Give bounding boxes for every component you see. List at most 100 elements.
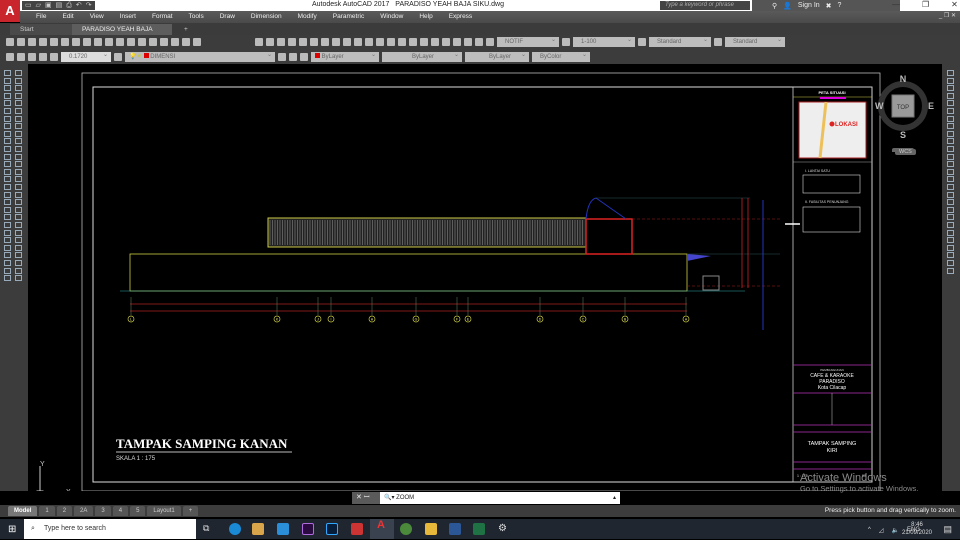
menu-insert[interactable]: Insert [112,11,144,23]
draw-tool-icon[interactable] [4,123,11,130]
draw-tool-icon[interactable] [4,222,11,228]
save-icon[interactable]: ▣ [45,1,52,10]
draw-tool-icon[interactable] [15,92,22,99]
modify-tool-icon[interactable] [947,191,954,198]
properties-icon[interactable] [431,38,439,46]
draw-tool-icon[interactable] [4,184,11,190]
draw-tool-icon[interactable] [15,206,22,213]
modify-tool-icon[interactable] [947,199,954,206]
modify-tool-icon[interactable] [947,267,954,274]
menu-dimension[interactable]: Dimension [243,11,290,23]
draw-tool-icon[interactable] [15,267,22,274]
menu-file[interactable]: File [28,11,54,23]
command-history-button[interactable]: ▴ [613,492,616,504]
save-icon[interactable] [28,38,36,46]
zoom-previous-icon[interactable] [420,38,428,46]
layer-state-icon[interactable] [17,52,25,61]
plotstyle-select[interactable]: ByColor [532,50,590,62]
open-icon[interactable]: ▱ [36,1,41,10]
draw-tool-icon[interactable] [4,244,11,251]
tool-palette-icon[interactable] [453,38,461,46]
tab-model[interactable]: Model [8,506,38,516]
draw-tool-icon[interactable] [15,146,22,152]
autocad-taskbar-button[interactable]: A [370,519,394,539]
sketchup-icon[interactable] [351,523,363,535]
plot-preview-icon[interactable] [50,38,58,46]
settings-icon[interactable]: ⚙ [498,523,510,535]
draw-tool-icon[interactable] [4,108,11,114]
help-icon[interactable]: ? [838,2,842,9]
draw-tool-icon[interactable] [15,191,22,198]
exchange-icon[interactable]: ✖ [826,2,832,10]
minimize-button[interactable]: — [892,0,900,9]
draw-tool-icon[interactable] [15,130,22,137]
draw-tool-icon[interactable] [4,168,11,175]
draw-tool-icon[interactable] [15,85,22,92]
drawing-canvas[interactable]: L K J I H G F E D C B A TAMPAK SAMPING KANAN SKALA … [28,64,942,498]
compass-east[interactable]: E [928,101,934,111]
modify-tool-icon[interactable] [947,77,954,84]
mleader-style-select[interactable]: Standard [725,35,785,47]
restore-button[interactable]: ❐ [922,0,929,9]
modify-tool-icon[interactable] [947,100,954,107]
open-icon[interactable] [17,38,25,46]
draw-tool-icon[interactable] [15,138,22,145]
layer-state-icon[interactable] [300,52,308,61]
tab-layout-2[interactable]: 2 [56,506,73,516]
paste-icon[interactable] [343,38,351,46]
draw-tool-icon[interactable] [4,199,11,206]
file-explorer-icon[interactable] [425,523,437,535]
draw-tool-icon[interactable] [15,214,22,221]
redo-icon[interactable] [376,38,384,46]
sign-in-button[interactable]: Sign In [798,2,820,9]
clock[interactable]: 8:46 21/09/2020 [902,521,932,537]
application-menu-button[interactable]: A [0,0,20,22]
close-icon[interactable]: ✕ [356,494,362,501]
draw-tool-icon[interactable] [15,275,22,282]
network-icon[interactable]: ◿ [879,527,884,534]
tab-layout1[interactable]: Layout1 [147,506,181,516]
photoshop-icon[interactable] [326,523,338,535]
binoculars-icon[interactable]: ⚲ [772,2,777,10]
notification-icon[interactable]: ▤ [943,524,952,535]
undo-icon[interactable]: ↶ [76,1,82,10]
menu-edit[interactable]: Edit [54,11,81,23]
draw-tool-icon[interactable] [4,100,11,107]
modify-tool-icon[interactable] [947,214,954,221]
draw-tool-icon[interactable] [4,85,11,92]
tab-layout-5[interactable]: 5 [130,506,146,516]
draw-tool-icon[interactable] [15,115,22,122]
draw-tool-icon[interactable] [4,191,11,198]
lineweight-select[interactable]: ByLayer [465,50,529,62]
redo-icon[interactable]: ↷ [86,1,92,10]
modify-tool-icon[interactable] [947,260,954,266]
markup-icon[interactable] [171,38,179,46]
tool-palette-icon[interactable] [149,38,157,46]
modify-tool-icon[interactable] [947,85,954,92]
tab-layout-4[interactable]: 4 [112,506,129,516]
draw-tool-icon[interactable] [4,275,11,282]
linetype-select[interactable]: ByLayer [382,50,462,62]
match-properties-icon[interactable] [354,38,362,46]
text-style-select[interactable]: NOTIF [497,35,559,47]
store-icon[interactable] [252,523,264,535]
new-icon[interactable] [255,38,263,46]
layer-select[interactable]: 💡☀ DIMENSI [125,50,275,62]
open-icon[interactable] [266,38,274,46]
draw-tool-icon[interactable] [15,252,22,259]
draw-tool-icon[interactable] [4,206,11,213]
menu-modify[interactable]: Modify [290,11,325,23]
menu-parametric[interactable]: Parametric [325,11,372,23]
properties-icon[interactable] [127,38,135,46]
menu-help[interactable]: Help [411,11,440,23]
draw-tool-icon[interactable] [15,153,22,160]
command-input[interactable]: ZOOM [396,495,414,501]
layer-isolate-icon[interactable] [39,52,47,61]
command-search-icon[interactable]: 🔍▾ [384,495,394,501]
draw-tool-icon[interactable] [4,260,11,266]
draw-tool-icon[interactable] [4,146,11,152]
save-as-icon[interactable]: ▤ [56,1,63,10]
draw-tool-icon[interactable] [4,153,11,160]
draw-tool-icon[interactable] [4,115,11,122]
modify-tool-icon[interactable] [947,146,954,152]
